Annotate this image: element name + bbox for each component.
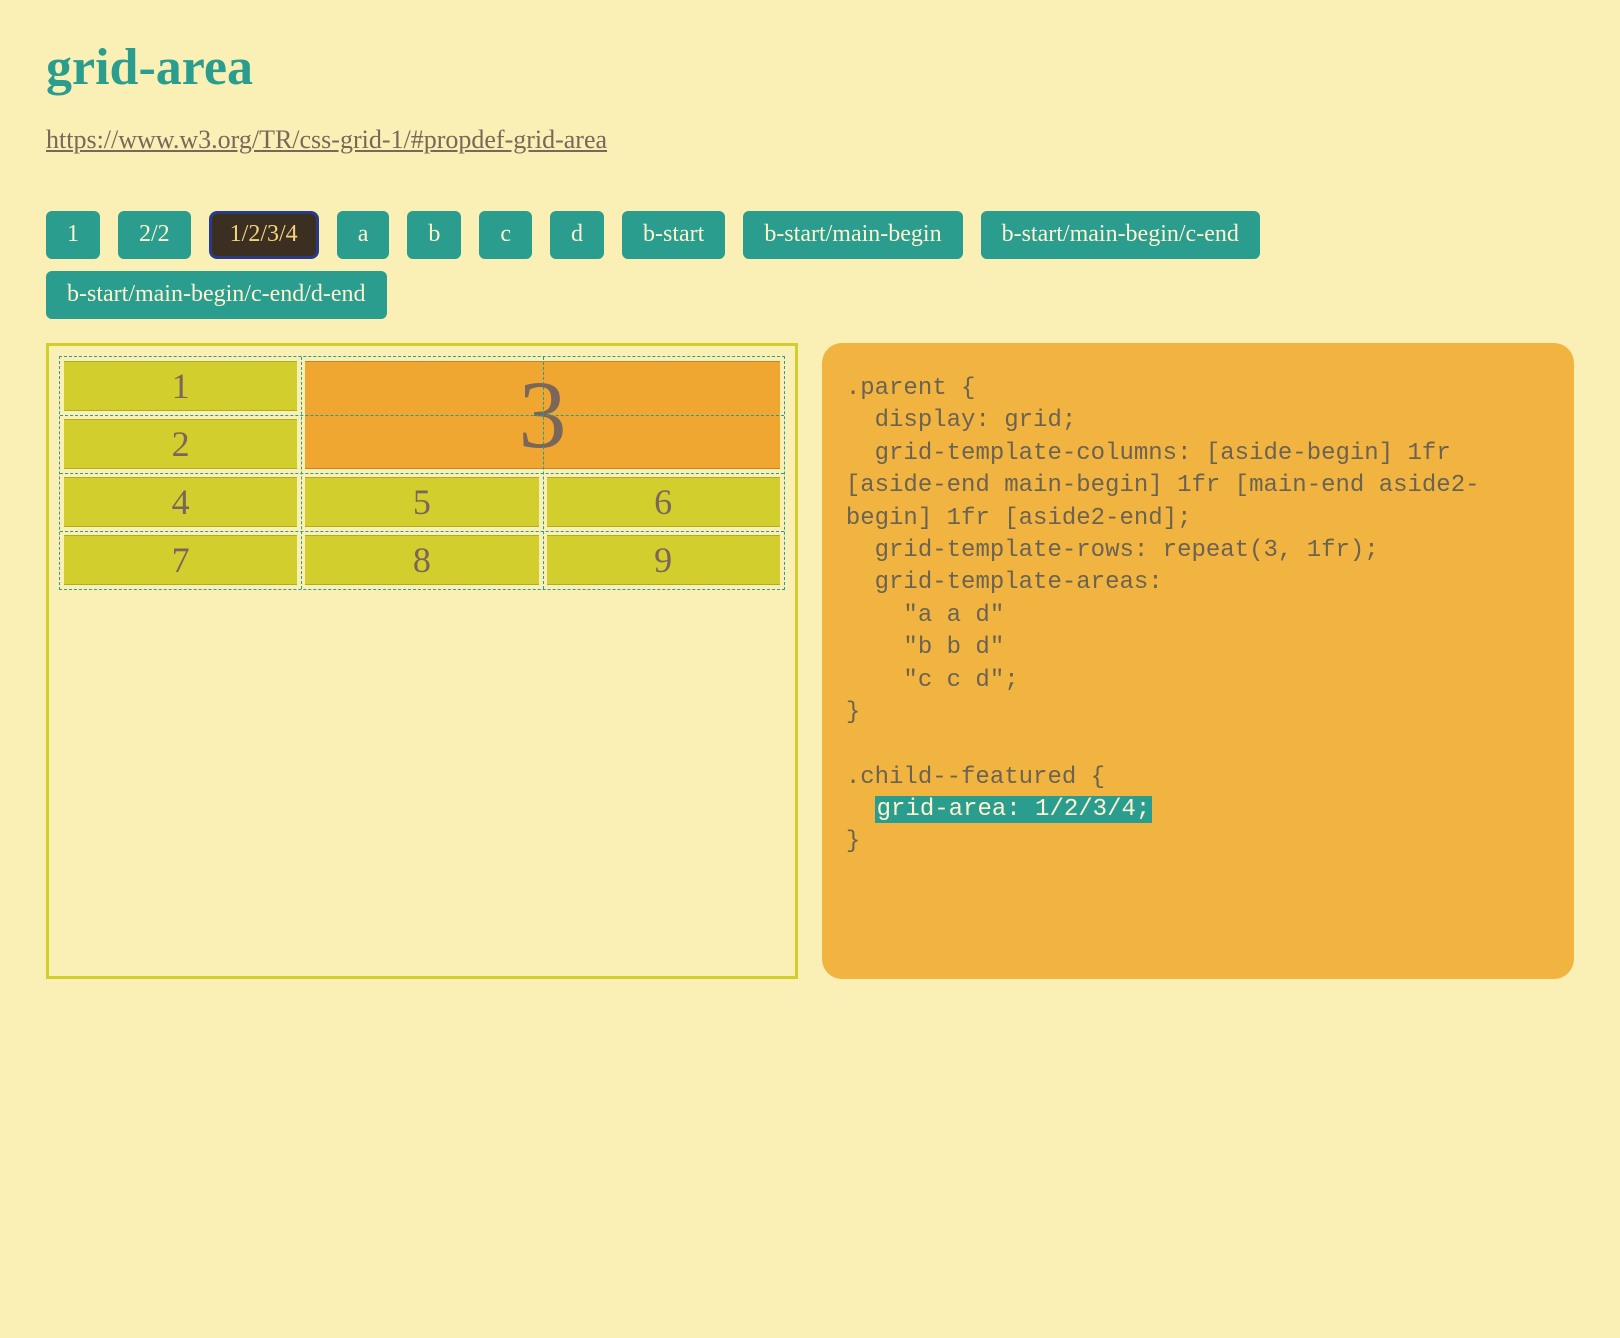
code-line: "a a d" (846, 602, 1004, 629)
code-line: grid-template-areas: (846, 569, 1163, 596)
option-a[interactable]: a (337, 211, 390, 259)
option-b-start-main-begin-c-end-d-end[interactable]: b-start/main-begin/c-end/d-end (46, 271, 387, 319)
demo-panel: 1 2 3 4 5 6 7 8 9 (46, 343, 798, 979)
option-b-start-main-begin-c-end[interactable]: b-start/main-begin/c-end (981, 211, 1260, 259)
grid-demo: 1 2 3 4 5 6 7 8 9 (59, 356, 785, 590)
spec-link[interactable]: https://www.w3.org/TR/css-grid-1/#propde… (46, 125, 607, 154)
grid-cell: 5 (305, 477, 538, 527)
option-2-2[interactable]: 2/2 (118, 211, 191, 259)
code-line: } (846, 699, 860, 726)
code-highlight: grid-area: 1/2/3/4; (875, 796, 1153, 823)
grid-cell: 2 (64, 419, 297, 469)
option-b-start[interactable]: b-start (622, 211, 725, 259)
code-line: } (846, 828, 860, 855)
grid-cell: 4 (64, 477, 297, 527)
code-line: display: grid; (846, 407, 1076, 434)
code-line: grid-template-rows: repeat(3, 1fr); (846, 537, 1379, 564)
page-title: grid-area (46, 38, 1574, 97)
code-line: "b b d" (846, 634, 1004, 661)
option-b[interactable]: b (407, 211, 461, 259)
option-1[interactable]: 1 (46, 211, 100, 259)
option-1-2-3-4[interactable]: 1/2/3/4 (209, 211, 319, 259)
code-line: "c c d"; (846, 667, 1019, 694)
grid-cell: 8 (305, 535, 538, 585)
grid-cell: 1 (64, 361, 297, 411)
value-options: 1 2/2 1/2/3/4 abcd b-start b-start/main-begin… (46, 211, 1574, 319)
grid-cell: 7 (64, 535, 297, 585)
code-line: grid-template-columns: [aside-begin] 1fr… (846, 440, 1480, 532)
code-panel: .parent { display: grid; grid-template-c… (822, 343, 1574, 979)
grid-cell: 6 (547, 477, 780, 527)
option-d[interactable]: d (550, 211, 604, 259)
option-b-start-main-begin[interactable]: b-start/main-begin (743, 211, 962, 259)
code-line: .child--featured { (846, 764, 1105, 791)
grid-cell: 9 (547, 535, 780, 585)
option-c[interactable]: c (479, 211, 532, 259)
code-line: .parent { (846, 375, 976, 402)
